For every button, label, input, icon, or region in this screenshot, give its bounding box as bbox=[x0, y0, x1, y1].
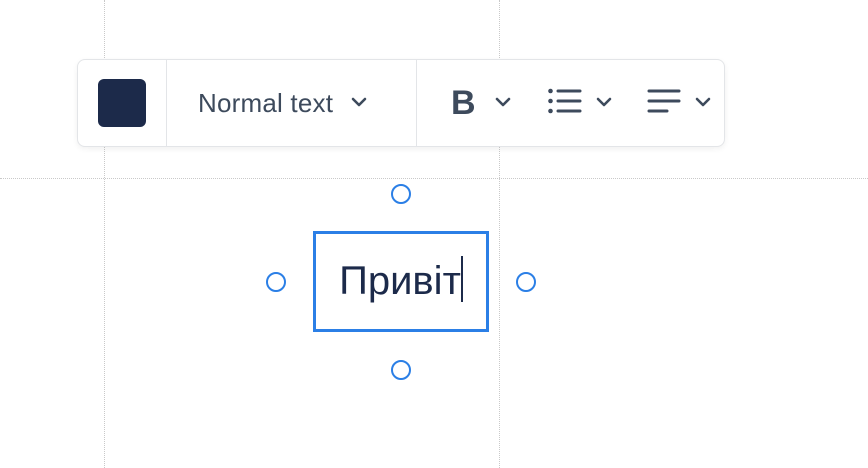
color-picker-section bbox=[78, 60, 166, 146]
bold-icon: B bbox=[451, 83, 476, 122]
chevron-down-icon bbox=[695, 94, 711, 112]
bold-button[interactable]: B bbox=[451, 84, 548, 123]
resize-handle-top[interactable] bbox=[391, 184, 411, 204]
text-content[interactable]: Привіт bbox=[339, 259, 461, 304]
floating-text-toolbar: Normal text B bbox=[77, 59, 725, 147]
bulleted-list-icon bbox=[548, 88, 582, 119]
chevron-down-icon bbox=[351, 94, 367, 112]
format-controls: B bbox=[417, 60, 724, 146]
align-left-icon bbox=[647, 88, 681, 119]
resize-handle-bottom[interactable] bbox=[391, 360, 411, 380]
canvas[interactable]: Normal text B Привіт bbox=[0, 0, 868, 468]
horizontal-guide-line bbox=[0, 178, 868, 179]
list-button[interactable] bbox=[548, 88, 647, 119]
text-cursor bbox=[460, 255, 463, 302]
resize-handle-left[interactable] bbox=[266, 272, 286, 292]
text-align-button[interactable] bbox=[647, 88, 717, 119]
text-color-button[interactable] bbox=[98, 79, 146, 127]
text-style-dropdown[interactable]: Normal text bbox=[167, 60, 416, 146]
text-box-editing[interactable]: Привіт bbox=[313, 231, 489, 332]
chevron-down-icon bbox=[495, 94, 511, 112]
text-style-label: Normal text bbox=[198, 87, 334, 118]
resize-handle-right[interactable] bbox=[516, 272, 536, 292]
chevron-down-icon bbox=[596, 94, 612, 112]
